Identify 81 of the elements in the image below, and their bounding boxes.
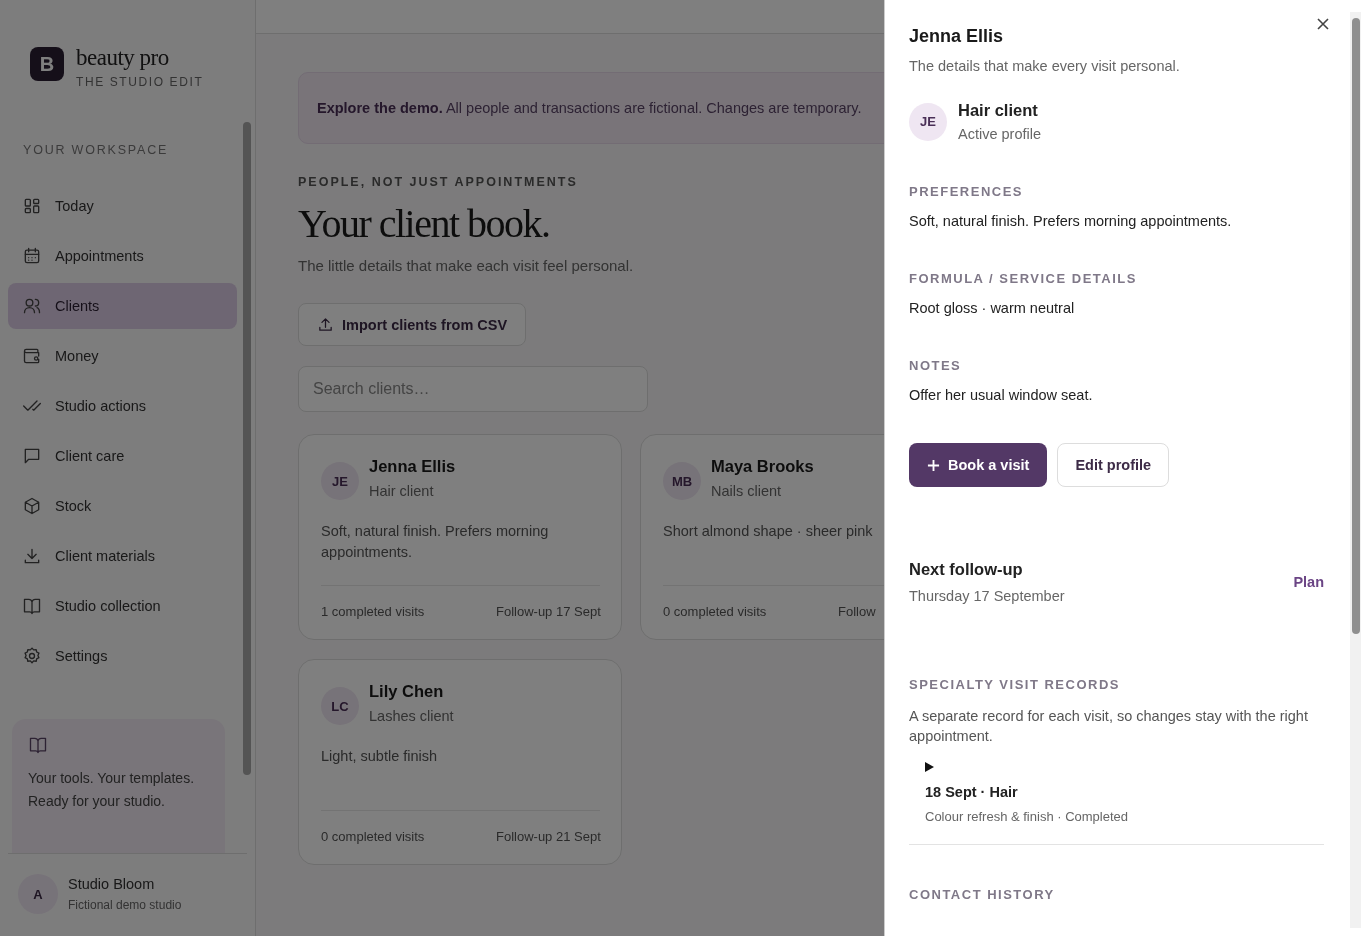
- nav-item[interactable]: Stock: [8, 483, 237, 529]
- client-type: Lashes client: [369, 708, 454, 724]
- disclosure-toggle[interactable]: [925, 762, 934, 772]
- download-icon: [22, 546, 42, 566]
- people-icon: [22, 296, 42, 316]
- client-avatar: JE: [909, 102, 947, 141]
- nav-item[interactable]: Settings: [8, 633, 237, 679]
- book-icon: [22, 596, 42, 616]
- follow-up-title: Next follow-up: [909, 560, 1024, 579]
- account-name: Studio Bloom: [68, 876, 156, 892]
- nav-item[interactable]: Clients: [8, 283, 237, 329]
- close-button[interactable]: [1315, 16, 1331, 32]
- profile-title: Hair client: [958, 101, 1039, 120]
- section-heading: CONTACT HISTORY: [909, 887, 1056, 902]
- edit-profile-button[interactable]: Edit profile: [1057, 443, 1170, 487]
- section-heading: PREFERENCES: [909, 184, 1025, 199]
- wallet-icon: [22, 346, 42, 366]
- demo-banner: Explore the demo. All people and transactions are fictional. Changes are temporary.: [298, 72, 884, 144]
- client-note: Short almond shape · sheer pink: [663, 523, 873, 539]
- record-title: 18 Sept · Hair: [925, 784, 1019, 800]
- visit-count: 0 completed visits: [321, 829, 426, 844]
- account-subtitle: Fictional demo studio: [68, 898, 182, 912]
- import-button[interactable]: Import clients from CSV: [298, 303, 527, 346]
- section-heading: FORMULA / SERVICE DETAILS: [909, 271, 1138, 286]
- nav-item[interactable]: Money: [8, 333, 237, 379]
- settings-icon: [22, 646, 42, 666]
- nav-item[interactable]: Studio actions: [8, 383, 237, 429]
- client-avatar: LC: [321, 687, 359, 725]
- visit-count: 1 completed visits: [321, 604, 426, 619]
- section-text: A separate record for each visit, so changes stay with the right appointment.: [909, 707, 1309, 746]
- client-avatar: JE: [321, 462, 359, 500]
- brand-name: beauty pro: [76, 47, 170, 69]
- visit-count: 0 completed visits: [663, 604, 768, 619]
- chat-bubble-icon: [22, 446, 42, 466]
- nav-item[interactable]: Today: [8, 183, 237, 229]
- client-card[interactable]: LC Lily Chen Lashes client Light, subtle finish 0 completed visits Follow-up 21 Sept: [298, 659, 622, 865]
- follow-up-date: Follow: [838, 604, 877, 619]
- profile-status: Active profile: [958, 126, 1041, 142]
- follow-up-date: Follow-up 21 Sept: [496, 829, 601, 844]
- client-type: Nails client: [711, 483, 783, 499]
- nav-item[interactable]: Appointments: [8, 233, 237, 279]
- follow-up-date: Thursday 17 September: [909, 588, 1065, 604]
- section-heading: SPECIALTY VISIT RECORDS: [909, 677, 1121, 692]
- section-text: Offer her usual window seat.: [909, 387, 1094, 403]
- scrollbar[interactable]: [1350, 12, 1361, 928]
- promo-text: Your tools. Your templates. Ready for your studio.: [28, 769, 196, 811]
- nav-item[interactable]: Studio collection: [8, 583, 237, 629]
- client-type: Hair client: [369, 483, 435, 499]
- upload-icon: [317, 316, 334, 333]
- book-icon: [28, 735, 48, 755]
- eyebrow-text: PEOPLE, NOT JUST APPOINTMENTS: [298, 175, 579, 189]
- client-card[interactable]: JE Jenna Ellis Hair client Soft, natural finish. Prefers morning appointments. 1 completed visits Follow-up 17 Sept: [298, 434, 622, 640]
- client-name: Maya Brooks: [711, 457, 814, 476]
- box-icon: [22, 496, 42, 516]
- section-heading: NOTES: [909, 358, 963, 373]
- section-text: Root gloss · warm neutral: [909, 300, 1076, 316]
- client-name: Jenna Ellis: [369, 457, 456, 476]
- section-label: YOUR WORKSPACE: [22, 142, 170, 159]
- page-title: Your client book.: [298, 200, 551, 247]
- client-avatar: MB: [663, 462, 701, 500]
- brand-tagline: THE STUDIO EDIT: [76, 75, 204, 89]
- plus-icon: [927, 458, 940, 472]
- plan-link[interactable]: Plan: [1293, 574, 1324, 590]
- record-detail: Colour refresh & finish · Completed: [925, 809, 1130, 824]
- calendar-icon: [22, 246, 42, 266]
- section-text: Soft, natural finish. Prefers morning appointments.: [909, 213, 1233, 229]
- nav-item[interactable]: Client materials: [8, 533, 237, 579]
- drawer-title: Jenna Ellis: [909, 26, 1005, 47]
- client-card[interactable]: MB Maya Brooks Nails client Short almond shape · sheer pink 0 completed visits Follow: [640, 434, 884, 640]
- client-note: Soft, natural finish. Prefers morning appointments.: [321, 523, 549, 560]
- brand-logo: B: [30, 47, 64, 81]
- grid-icon: [22, 196, 42, 216]
- account-avatar: A: [18, 874, 58, 914]
- drawer-subtitle: The details that make every visit personal.: [909, 58, 1181, 74]
- follow-up-date: Follow-up 17 Sept: [496, 604, 601, 619]
- client-name: Lily Chen: [369, 682, 445, 701]
- page-subtitle: The little details that make each visit feel personal.: [298, 257, 635, 274]
- client-note: Light, subtle finish: [321, 748, 438, 764]
- nav-item[interactable]: Client care: [8, 433, 237, 479]
- book-visit-button[interactable]: Book a visit: [909, 443, 1048, 487]
- search-field[interactable]: Search clients…: [298, 366, 648, 412]
